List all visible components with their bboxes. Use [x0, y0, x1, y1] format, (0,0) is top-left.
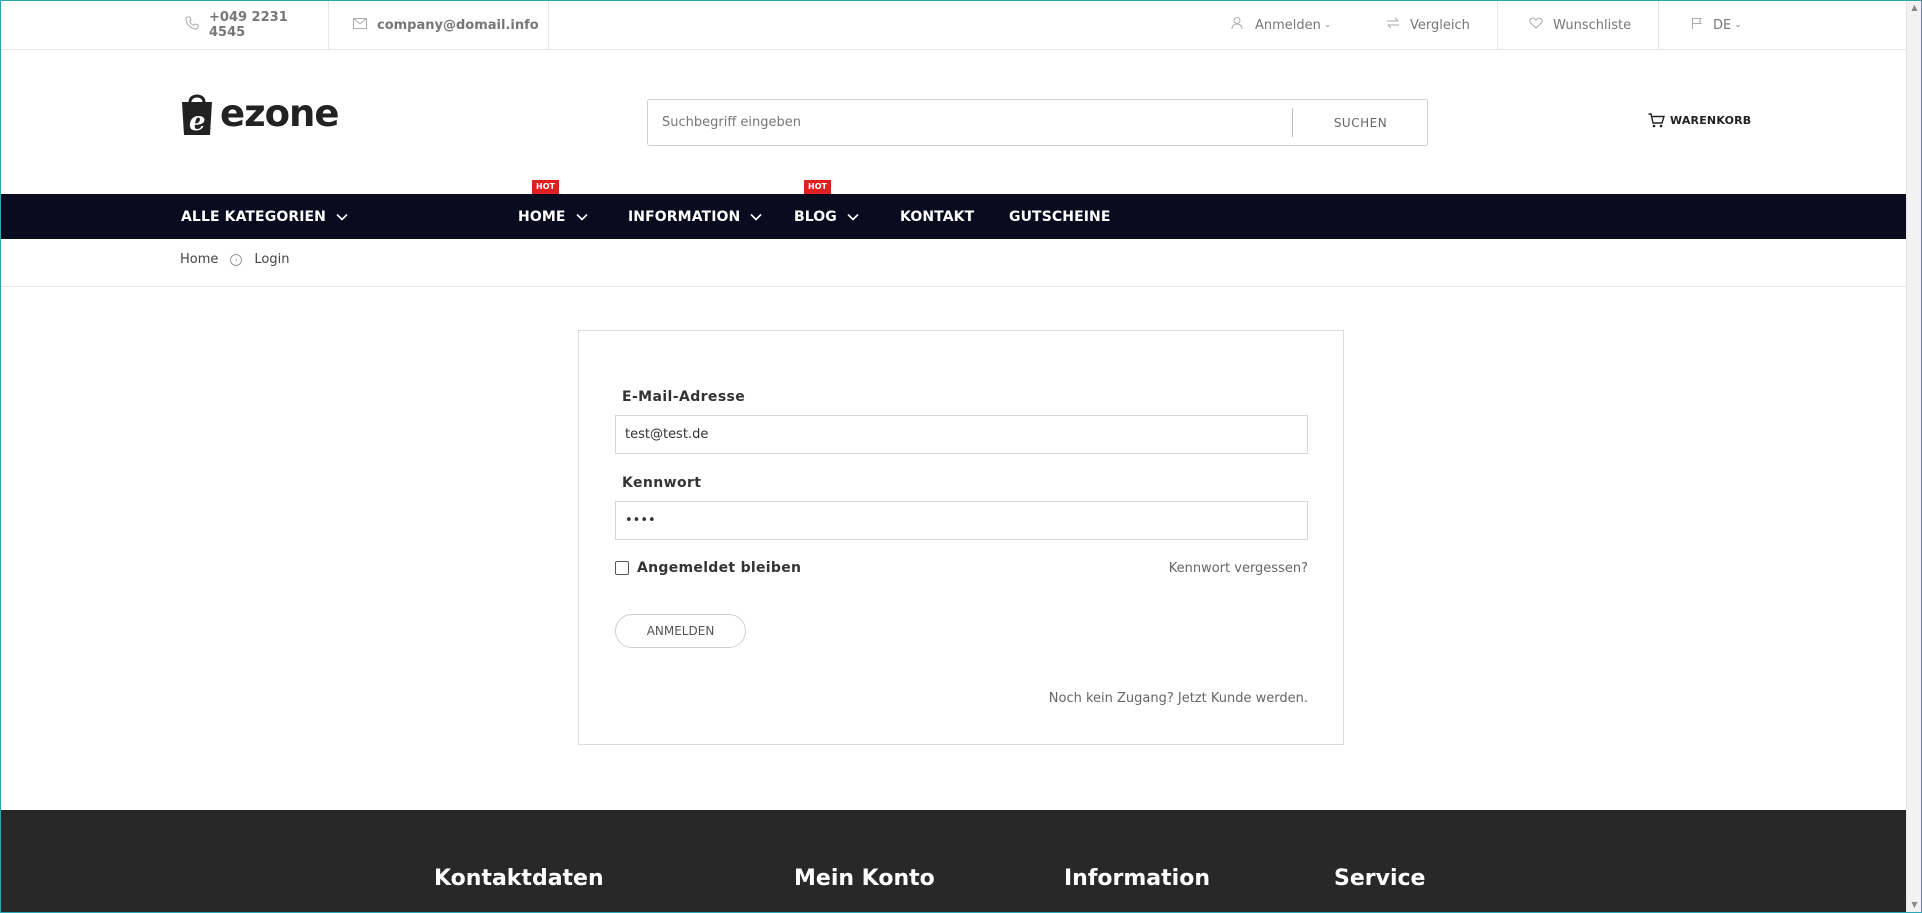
nav-all-categories-label: ALLE KATEGORIEN: [181, 208, 326, 225]
heart-icon: [1529, 17, 1543, 33]
logo-text: ezone: [220, 91, 339, 135]
cart-icon: [1648, 113, 1665, 128]
phone-contact[interactable]: +049 2231 4545: [185, 1, 329, 49]
login-button[interactable]: ANMELDEN: [615, 614, 746, 648]
breadcrumb-home[interactable]: Home: [180, 252, 218, 267]
nav-blog-label: BLOG: [794, 208, 837, 225]
main-nav: ALLE KATEGORIEN HOME INFORMATION BLOG KO…: [1, 194, 1906, 239]
login-card: E-Mail-Adresse Kennwort Angemeldet bleib…: [578, 330, 1344, 745]
search-button[interactable]: SUCHEN: [1294, 100, 1427, 145]
phone-number: +049 2231 4545: [209, 10, 288, 40]
password-field[interactable]: [615, 501, 1308, 540]
nav-information[interactable]: INFORMATION: [628, 194, 762, 239]
chevron-right-circle-icon: ›: [230, 253, 243, 266]
email-field[interactable]: [615, 415, 1308, 454]
breadcrumb: Home › Login: [180, 252, 289, 267]
language-label: DE: [1713, 17, 1732, 33]
forgot-password-link[interactable]: Kennwort vergessen?: [1169, 561, 1308, 576]
nav-vouchers[interactable]: GUTSCHEINE: [1009, 194, 1111, 239]
nav-home-label: HOME: [518, 208, 566, 225]
compare-label: Vergleich: [1410, 17, 1470, 33]
login-dropdown[interactable]: Anmelden ⌄: [1231, 1, 1331, 49]
chevron-down-icon: [847, 209, 859, 225]
chevron-down-icon: ⌄: [1734, 20, 1742, 30]
footer-title-information: Information: [1064, 866, 1210, 891]
footer-title-account: Mein Konto: [794, 866, 935, 891]
register-link[interactable]: Noch kein Zugang? Jetzt Kunde werden.: [1049, 691, 1308, 706]
cart-link[interactable]: WARENKORB: [1648, 113, 1751, 128]
search-input[interactable]: [662, 106, 1342, 139]
remember-me[interactable]: Angemeldet bleiben: [615, 560, 801, 576]
compare-icon: [1386, 17, 1400, 33]
search-divider: [1292, 108, 1293, 137]
nav-all-categories[interactable]: ALLE KATEGORIEN: [181, 194, 348, 239]
language-selector[interactable]: DE ⌄: [1691, 1, 1742, 49]
page-scrollbar[interactable]: ▲ ▼: [1906, 1, 1921, 912]
user-icon: [1231, 16, 1245, 34]
nav-contact[interactable]: KONTAKT: [900, 194, 974, 239]
shopping-bag-logo-icon: e: [180, 90, 214, 137]
cart-label: WARENKORB: [1670, 114, 1752, 127]
password-label: Kennwort: [622, 475, 702, 491]
svg-text:e: e: [189, 107, 206, 136]
logo[interactable]: e ezone: [180, 90, 339, 137]
chevron-down-icon: [336, 209, 348, 225]
breadcrumb-divider: [1, 286, 1906, 287]
hot-badge-home: HOT: [532, 180, 559, 198]
email-contact[interactable]: company@domail.info: [353, 1, 549, 49]
remember-checkbox[interactable]: [615, 561, 629, 575]
footer: [1, 810, 1906, 912]
remember-label: Angemeldet bleiben: [637, 560, 802, 576]
compare-link[interactable]: Vergleich: [1386, 1, 1498, 49]
breadcrumb-current: Login: [254, 252, 290, 267]
nav-home[interactable]: HOME: [518, 194, 588, 239]
nav-information-label: INFORMATION: [628, 208, 741, 225]
wishlist-link[interactable]: Wunschliste: [1529, 1, 1659, 49]
chevron-down-icon: ⌄: [1323, 20, 1332, 30]
footer-title-service: Service: [1334, 866, 1426, 891]
hot-badge-blog: HOT: [804, 180, 831, 198]
email-address: company@domail.info: [377, 17, 539, 33]
wishlist-label: Wunschliste: [1553, 17, 1632, 33]
phone-icon: [185, 16, 199, 34]
mail-icon: [353, 17, 367, 33]
nav-contact-label: KONTAKT: [900, 208, 975, 225]
scroll-down-icon[interactable]: ▼: [1907, 898, 1922, 912]
nav-blog[interactable]: BLOG: [794, 194, 859, 239]
nav-vouchers-label: GUTSCHEINE: [1009, 208, 1111, 225]
email-label: E-Mail-Adresse: [622, 389, 746, 405]
search-bar: SUCHEN: [647, 99, 1428, 146]
footer-title-contact: Kontaktdaten: [434, 866, 604, 891]
scroll-up-icon[interactable]: ▲: [1907, 1, 1922, 15]
login-label: Anmelden: [1255, 17, 1321, 33]
chevron-down-icon: [750, 209, 762, 225]
flag-icon: [1691, 17, 1703, 34]
top-bar: +049 2231 4545 company@domail.info Anmel…: [1, 1, 1906, 50]
chevron-down-icon: [575, 209, 588, 225]
